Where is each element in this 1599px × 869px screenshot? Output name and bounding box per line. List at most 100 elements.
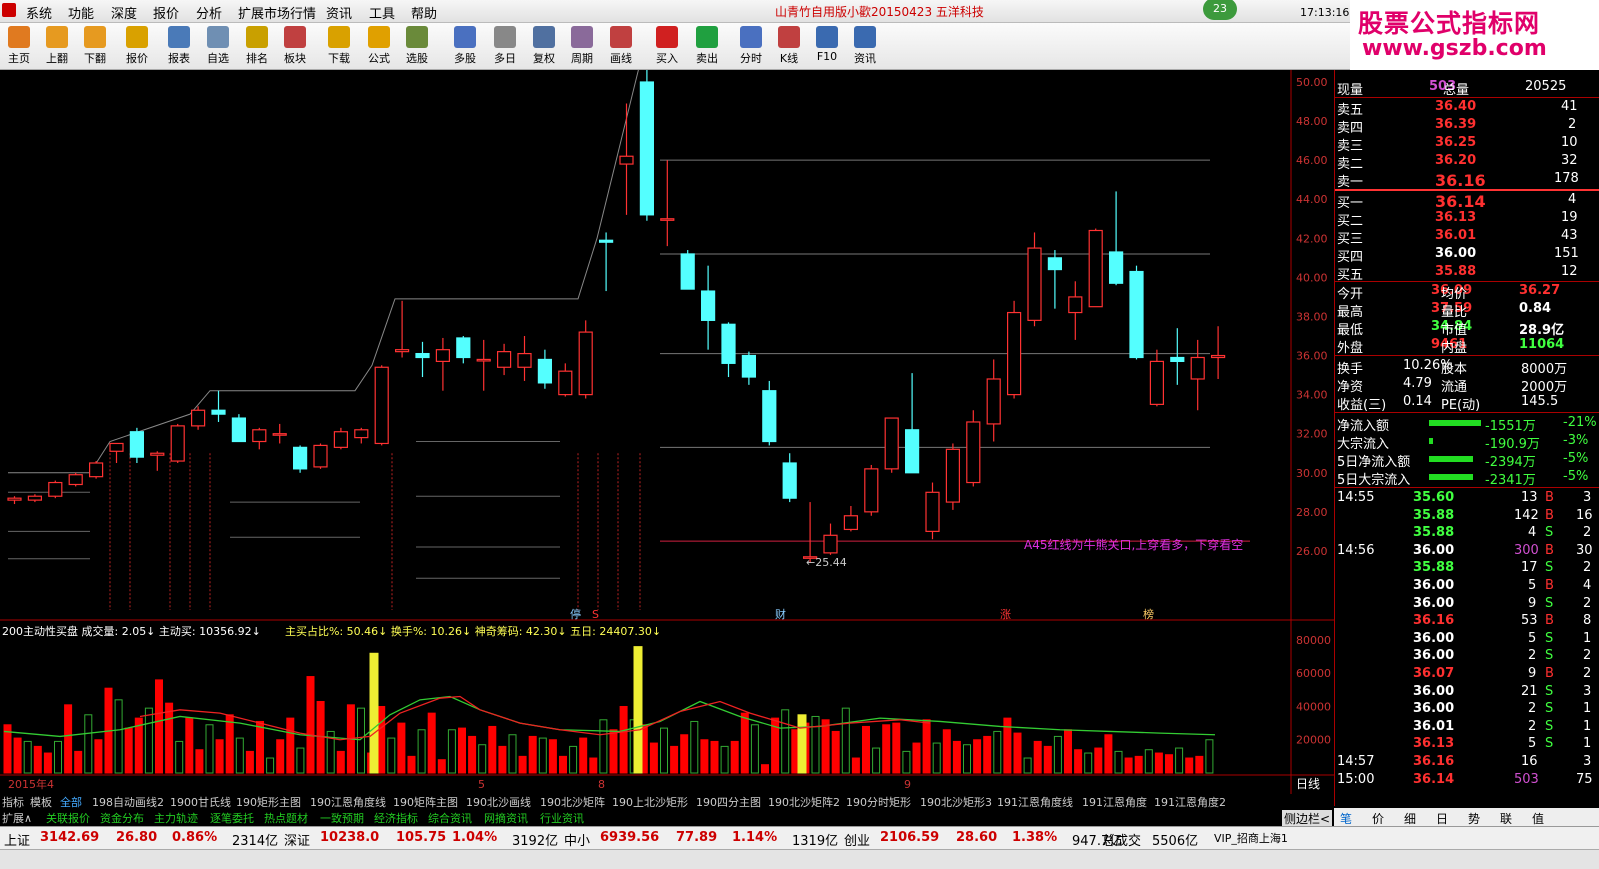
toolbar-button-2[interactable]: 下翻	[76, 25, 114, 67]
period-label[interactable]: 日线	[1296, 777, 1320, 791]
indicator-tab[interactable]: 190矩形主图	[236, 794, 301, 810]
candle[interactable]	[1110, 252, 1123, 283]
menu-item-analysis[interactable]: 分析	[196, 3, 222, 22]
candle[interactable]	[294, 447, 307, 468]
candle[interactable]	[498, 352, 511, 368]
quote-tab[interactable]: 日	[1436, 810, 1448, 827]
indicator-tab[interactable]: 191江恩角度线	[997, 794, 1073, 810]
candle[interactable]	[1130, 272, 1143, 358]
candle[interactable]	[396, 350, 409, 352]
indicator-tab[interactable]: 190上北沙矩形	[612, 794, 688, 810]
candle[interactable]	[477, 359, 490, 361]
indicator-tab[interactable]: 1900甘氏线	[170, 794, 231, 810]
info-tab[interactable]: 资金分布	[100, 810, 144, 826]
candle[interactable]	[967, 422, 980, 483]
toolbar-button-8[interactable]: 下载	[320, 25, 358, 67]
candle[interactable]	[1191, 357, 1204, 378]
candle[interactable]	[1171, 357, 1184, 361]
toolbar-button-5[interactable]: 自选	[199, 25, 237, 67]
toolbar-button-13[interactable]: 复权	[525, 25, 563, 67]
quote-tab[interactable]: 笔	[1340, 810, 1352, 827]
candle[interactable]	[8, 498, 21, 500]
info-tab[interactable]: 关联报价	[46, 810, 90, 826]
candle[interactable]	[1048, 258, 1061, 270]
candle[interactable]	[212, 410, 225, 414]
toolbar-button-14[interactable]: 周期	[563, 25, 601, 67]
candle[interactable]	[1028, 248, 1041, 320]
info-tab[interactable]: 综合资讯	[428, 810, 472, 826]
candle[interactable]	[232, 418, 245, 441]
candle[interactable]	[640, 82, 653, 215]
toolbar-button-7[interactable]: 板块	[276, 25, 314, 67]
indicator-tab[interactable]: 190北沙矩形3	[920, 794, 992, 810]
toolbar-button-21[interactable]: 资讯	[846, 25, 884, 67]
candle[interactable]	[1069, 297, 1082, 313]
candle[interactable]	[1089, 230, 1102, 306]
event-marker[interactable]: 停	[570, 607, 581, 621]
candle[interactable]	[559, 371, 572, 394]
toolbar-button-6[interactable]: 排名	[238, 25, 276, 67]
index-name[interactable]: 中小	[564, 830, 590, 849]
candle[interactable]	[253, 430, 266, 442]
candle[interactable]	[1212, 356, 1225, 358]
menu-item-tools[interactable]: 工具	[369, 3, 395, 22]
quote-tab[interactable]: 值	[1532, 810, 1544, 827]
candle[interactable]	[824, 535, 837, 553]
candle[interactable]	[722, 324, 735, 363]
toolbar-button-10[interactable]: 选股	[398, 25, 436, 67]
candle[interactable]	[192, 410, 205, 426]
candle[interactable]	[865, 469, 878, 512]
candle[interactable]	[783, 463, 796, 498]
quote-tab[interactable]: 价	[1372, 810, 1384, 827]
index-name[interactable]: 上证	[4, 830, 30, 849]
quote-tab[interactable]: 势	[1468, 810, 1480, 827]
candle[interactable]	[661, 219, 674, 221]
menu-item-function[interactable]: 功能	[68, 3, 94, 22]
info-tab[interactable]: 逐笔委托	[210, 810, 254, 826]
indicator-tab[interactable]: 190江恩角度线	[310, 794, 386, 810]
toolbar-button-18[interactable]: 分时	[732, 25, 770, 67]
indicator-tab[interactable]: 191江恩角度2	[1154, 794, 1226, 810]
menu-item-news[interactable]: 资讯	[326, 3, 352, 22]
menu-item-help[interactable]: 帮助	[411, 3, 437, 22]
candle[interactable]	[1008, 313, 1021, 395]
candle[interactable]	[906, 430, 919, 473]
info-tab[interactable]: 热点题材	[264, 810, 308, 826]
indicator-tab[interactable]: 全部	[60, 794, 82, 810]
candle[interactable]	[334, 432, 347, 448]
index-name[interactable]: 深证	[284, 830, 310, 849]
candle[interactable]	[69, 475, 82, 485]
indicator-tab[interactable]: 模板	[30, 794, 52, 810]
toolbar-button-15[interactable]: 画线	[602, 25, 640, 67]
candle[interactable]	[518, 354, 531, 368]
toolbar-button-9[interactable]: 公式	[360, 25, 398, 67]
candle[interactable]	[538, 359, 551, 382]
candle[interactable]	[28, 496, 41, 500]
event-marker[interactable]: 财	[775, 607, 786, 621]
candle[interactable]	[1150, 361, 1163, 404]
candle[interactable]	[763, 391, 776, 442]
toolbar-button-12[interactable]: 多日	[486, 25, 524, 67]
indicator-tab[interactable]: 指标	[2, 794, 24, 810]
candle[interactable]	[110, 443, 123, 451]
toolbar-button-3[interactable]: 报价	[118, 25, 156, 67]
candle[interactable]	[355, 430, 368, 438]
info-tab[interactable]: 主力轨迹	[154, 810, 198, 826]
candle[interactable]	[49, 483, 62, 497]
indicator-tab[interactable]: 190北沙矩阵2	[768, 794, 840, 810]
candle[interactable]	[844, 516, 857, 530]
candle[interactable]	[90, 463, 103, 477]
candle[interactable]	[926, 492, 939, 531]
candle[interactable]	[273, 434, 286, 436]
toolbar-button-19[interactable]: K线	[770, 25, 808, 67]
candle[interactable]	[375, 367, 388, 443]
indicator-tab[interactable]: 198自动画线2	[92, 794, 164, 810]
menu-item-system[interactable]: 系统	[26, 3, 52, 22]
candle[interactable]	[885, 418, 898, 469]
kline-chart[interactable]: 50.0048.0046.0044.0042.0040.0038.0036.00…	[0, 70, 1334, 794]
candle[interactable]	[681, 254, 694, 289]
candle[interactable]	[457, 338, 470, 358]
menu-item-extended-market[interactable]: 扩展市场行情	[238, 3, 316, 22]
candle[interactable]	[742, 356, 755, 377]
notification-badge[interactable]: 23	[1203, 0, 1237, 20]
